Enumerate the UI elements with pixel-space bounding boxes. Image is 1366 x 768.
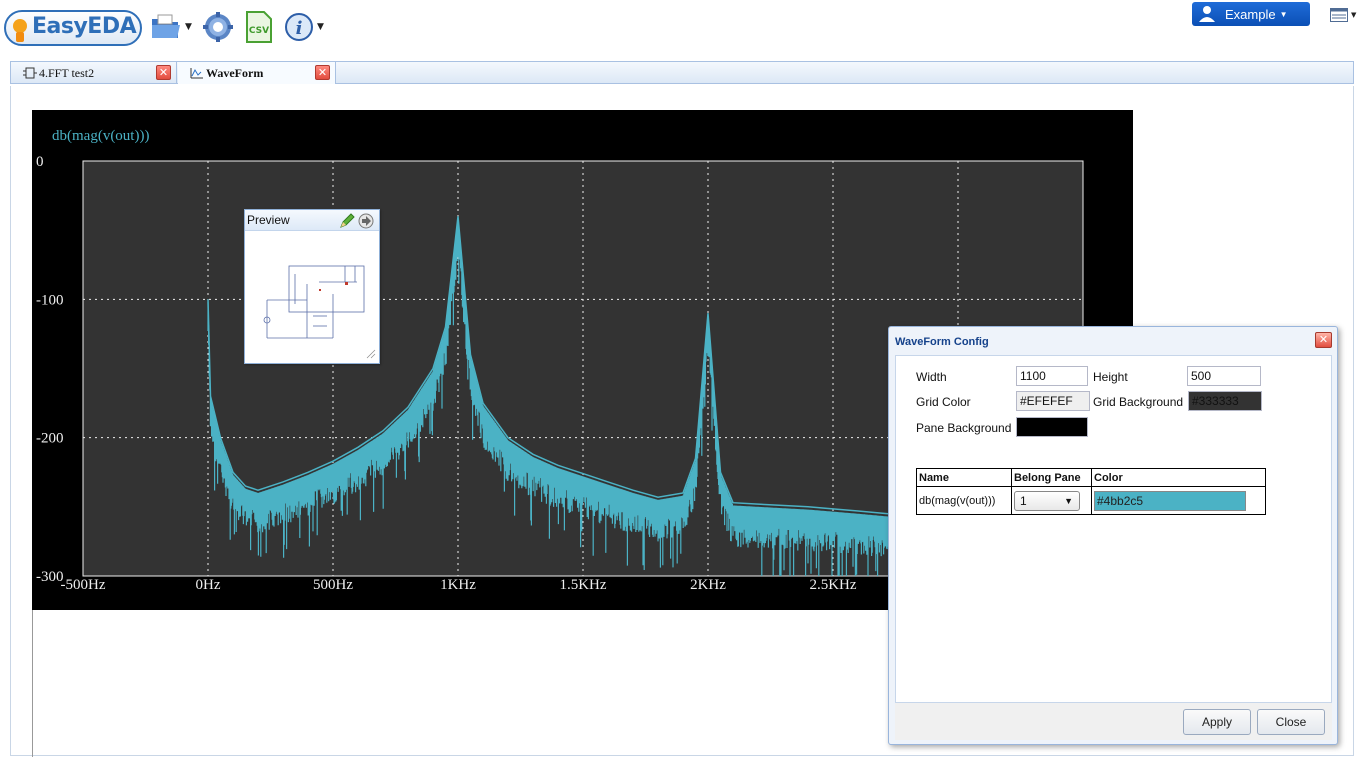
logo-text: EasyEDA	[32, 14, 137, 39]
gear-icon	[203, 12, 233, 42]
series-title: db(mag(v(out)))	[52, 128, 149, 144]
y-tick-label: 0	[36, 154, 44, 170]
preview-panel[interactable]: Preview	[244, 209, 380, 364]
column-header-color: Color	[1091, 468, 1266, 487]
schematic-thumbnail	[263, 265, 376, 359]
y-tick-label: -200	[36, 431, 64, 447]
dialog-header[interactable]: WaveForm Config ✕	[889, 327, 1337, 355]
x-tick-label: 1KHz	[440, 577, 476, 593]
user-name: Example	[1225, 6, 1276, 22]
window-menu-button[interactable]: ▼	[1330, 6, 1360, 24]
pencil-icon[interactable]	[339, 213, 355, 229]
height-input[interactable]: 500	[1187, 366, 1261, 386]
go-arrow-icon[interactable]	[358, 213, 374, 229]
close-button[interactable]: Close	[1257, 709, 1325, 735]
x-tick-label: -500Hz	[61, 577, 106, 593]
close-tab-icon[interactable]: ✕	[315, 65, 330, 80]
x-tick-label: 2.5KHz	[809, 577, 856, 593]
pane-background-input[interactable]	[1016, 417, 1088, 437]
info-icon: i	[285, 13, 313, 41]
tab-waveform[interactable]: WaveForm ✕	[178, 62, 336, 84]
chevron-down-icon: ▼	[185, 22, 192, 32]
column-header-belong-pane: Belong Pane	[1011, 468, 1092, 487]
user-icon	[1199, 6, 1215, 22]
dialog-title: WaveForm Config	[895, 336, 989, 348]
grid-background-input[interactable]: #333333	[1188, 391, 1262, 411]
dialog-body: Width 1100 Height 500 Grid Color #EFEFEF…	[895, 355, 1332, 703]
table-header-row: Name Belong Pane Color	[916, 468, 1266, 487]
apply-button[interactable]: Apply	[1183, 709, 1251, 735]
tab-label: WaveForm	[206, 65, 264, 80]
width-input[interactable]: 1100	[1016, 366, 1088, 386]
tab-fft-test2[interactable]: 4.FFT test2 ✕	[11, 62, 177, 84]
grid-color-input[interactable]: #EFEFEF	[1016, 391, 1090, 411]
x-tick-label: 2KHz	[690, 577, 726, 593]
grid-color-label: Grid Color	[916, 395, 971, 409]
preview-title: Preview	[247, 213, 290, 227]
series-config-table: Name Belong Pane Color db(mag(v(out))) 1…	[916, 468, 1266, 515]
csv-icon-label: CSV	[249, 26, 269, 36]
x-tick-label: 0Hz	[196, 577, 221, 593]
chevron-down-icon: ▼	[317, 22, 324, 32]
series-name-cell: db(mag(v(out)))	[916, 486, 1012, 515]
x-tick-labels: -500Hz 0Hz 500Hz 1KHz 1.5KHz 2KHz 2.5KHz	[61, 577, 857, 593]
svg-text:i: i	[296, 18, 303, 39]
app-root: EasyEDA ▼ CSV i ▼ Example ▼ ▼ 4.FFT test…	[0, 0, 1366, 768]
color-cell: #4bb2c5	[1091, 486, 1266, 515]
easyeda-logo[interactable]: EasyEDA	[4, 10, 142, 46]
export-csv-button[interactable]: CSV	[244, 9, 274, 45]
chevron-down-icon: ▼	[1064, 495, 1073, 506]
waveform-icon	[190, 68, 203, 79]
settings-button[interactable]	[202, 9, 234, 45]
y-tick-labels: 0 -100 -200 -300	[36, 154, 64, 585]
y-tick-label: -300	[36, 569, 64, 585]
top-toolbar: EasyEDA ▼ CSV i ▼ Example ▼ ▼	[0, 0, 1366, 56]
lightbulb-icon	[13, 19, 27, 42]
info-button[interactable]: i ▼	[284, 9, 324, 45]
belong-pane-cell: 1 ▼	[1011, 486, 1092, 515]
series-color-input[interactable]: #4bb2c5	[1094, 490, 1246, 511]
table-row: db(mag(v(out))) 1 ▼ #4bb2c5	[916, 486, 1266, 515]
x-tick-label: 1.5KHz	[559, 577, 606, 593]
dialog-close-icon[interactable]: ✕	[1315, 332, 1332, 348]
dialog-footer: Apply Close	[895, 703, 1332, 740]
belong-pane-select[interactable]: 1 ▼	[1014, 490, 1080, 511]
tab-label: 4.FFT test2	[39, 65, 95, 80]
chevron-down-icon: ▼	[1279, 9, 1288, 19]
waveform-config-dialog: WaveForm Config ✕ Width 1100 Height 500 …	[888, 326, 1338, 745]
x-tick-label: 500Hz	[313, 577, 353, 593]
folder-icon	[152, 14, 180, 38]
width-label: Width	[916, 370, 947, 384]
close-tab-icon[interactable]: ✕	[156, 65, 171, 80]
preview-header: Preview	[245, 210, 379, 231]
open-folder-button[interactable]: ▼	[150, 9, 192, 45]
grid-background-label: Grid Background	[1093, 395, 1184, 409]
chevron-down-icon: ▼	[1351, 11, 1357, 19]
window-list-icon	[1330, 8, 1348, 22]
pane-background-label: Pane Background	[916, 421, 1012, 435]
pane-left-rule	[32, 610, 33, 757]
schematic-icon	[23, 67, 37, 79]
belong-pane-value: 1	[1020, 493, 1027, 508]
y-tick-label: -100	[36, 292, 64, 308]
document-tab-bar: 4.FFT test2 ✕ WaveForm ✕	[10, 61, 1354, 84]
csv-file-icon: CSV	[246, 11, 272, 43]
height-label: Height	[1093, 370, 1128, 384]
column-header-name: Name	[916, 468, 1012, 487]
user-menu-button[interactable]: Example ▼	[1192, 2, 1310, 26]
